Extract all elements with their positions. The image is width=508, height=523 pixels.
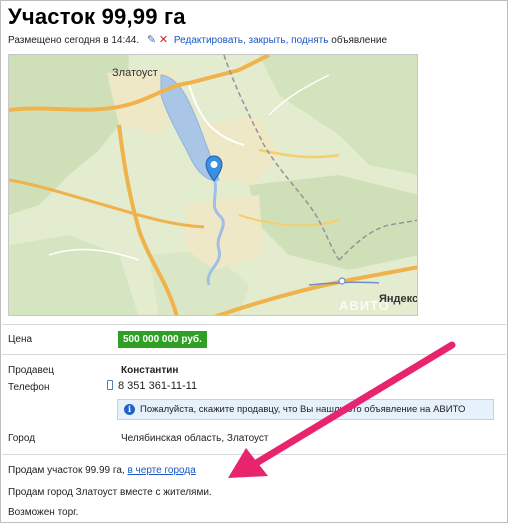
city-label: Город bbox=[8, 433, 36, 444]
divider bbox=[2, 354, 506, 355]
price-label: Цена bbox=[8, 334, 33, 345]
divider bbox=[2, 324, 506, 325]
edit-link-suffix: объявление bbox=[331, 35, 388, 46]
posted-date: Размещено сегодня в 14:44. bbox=[8, 35, 140, 46]
in-city-limits-link[interactable]: в черте города bbox=[127, 465, 195, 476]
edit-listing-link[interactable]: Редактировать, закрыть, поднять bbox=[174, 35, 329, 46]
yandex-logo: Яндекс bbox=[379, 293, 418, 305]
divider bbox=[2, 454, 506, 455]
location-map[interactable]: Златоуст АВИТО Яндекс bbox=[8, 54, 418, 316]
map-marker-icon[interactable] bbox=[204, 155, 224, 183]
listing-title: Участок 99,99 га bbox=[8, 4, 186, 29]
avito-notice: i Пожалуйста, скажите продавцу, что Вы н… bbox=[117, 399, 494, 420]
phone-value: 8 351 361-11-11 bbox=[118, 380, 198, 392]
description-line-3: Возможен торг. bbox=[8, 507, 79, 518]
phone-number[interactable]: 8 351 361-11-11 bbox=[107, 380, 197, 392]
description-text: Продам участок 99.99 га, bbox=[8, 465, 125, 476]
price-badge: 500 000 000 руб. bbox=[118, 331, 207, 348]
map-canvas bbox=[9, 55, 417, 315]
delete-x-icon[interactable]: ✕ bbox=[159, 34, 168, 46]
listing-meta: Размещено сегодня в 14:44. ✎ ✕ Редактиро… bbox=[8, 33, 387, 46]
description-line-2: Продам город Златоуст вместе с жителями. bbox=[8, 487, 212, 498]
seller-name: Константин bbox=[121, 365, 179, 376]
description-line-1: Продам участок 99.99 га, в черте города bbox=[8, 465, 196, 476]
notice-text: Пожалуйста, скажите продавцу, что Вы наш… bbox=[140, 404, 466, 415]
map-city-label: Златоуст bbox=[112, 67, 158, 79]
pencil-icon[interactable]: ✎ bbox=[147, 34, 156, 46]
phone-icon bbox=[107, 380, 113, 390]
info-icon: i bbox=[124, 404, 135, 415]
seller-label: Продавец bbox=[8, 365, 54, 376]
phone-label: Телефон bbox=[8, 382, 50, 393]
city-value: Челябинская область, Златоуст bbox=[121, 433, 269, 444]
